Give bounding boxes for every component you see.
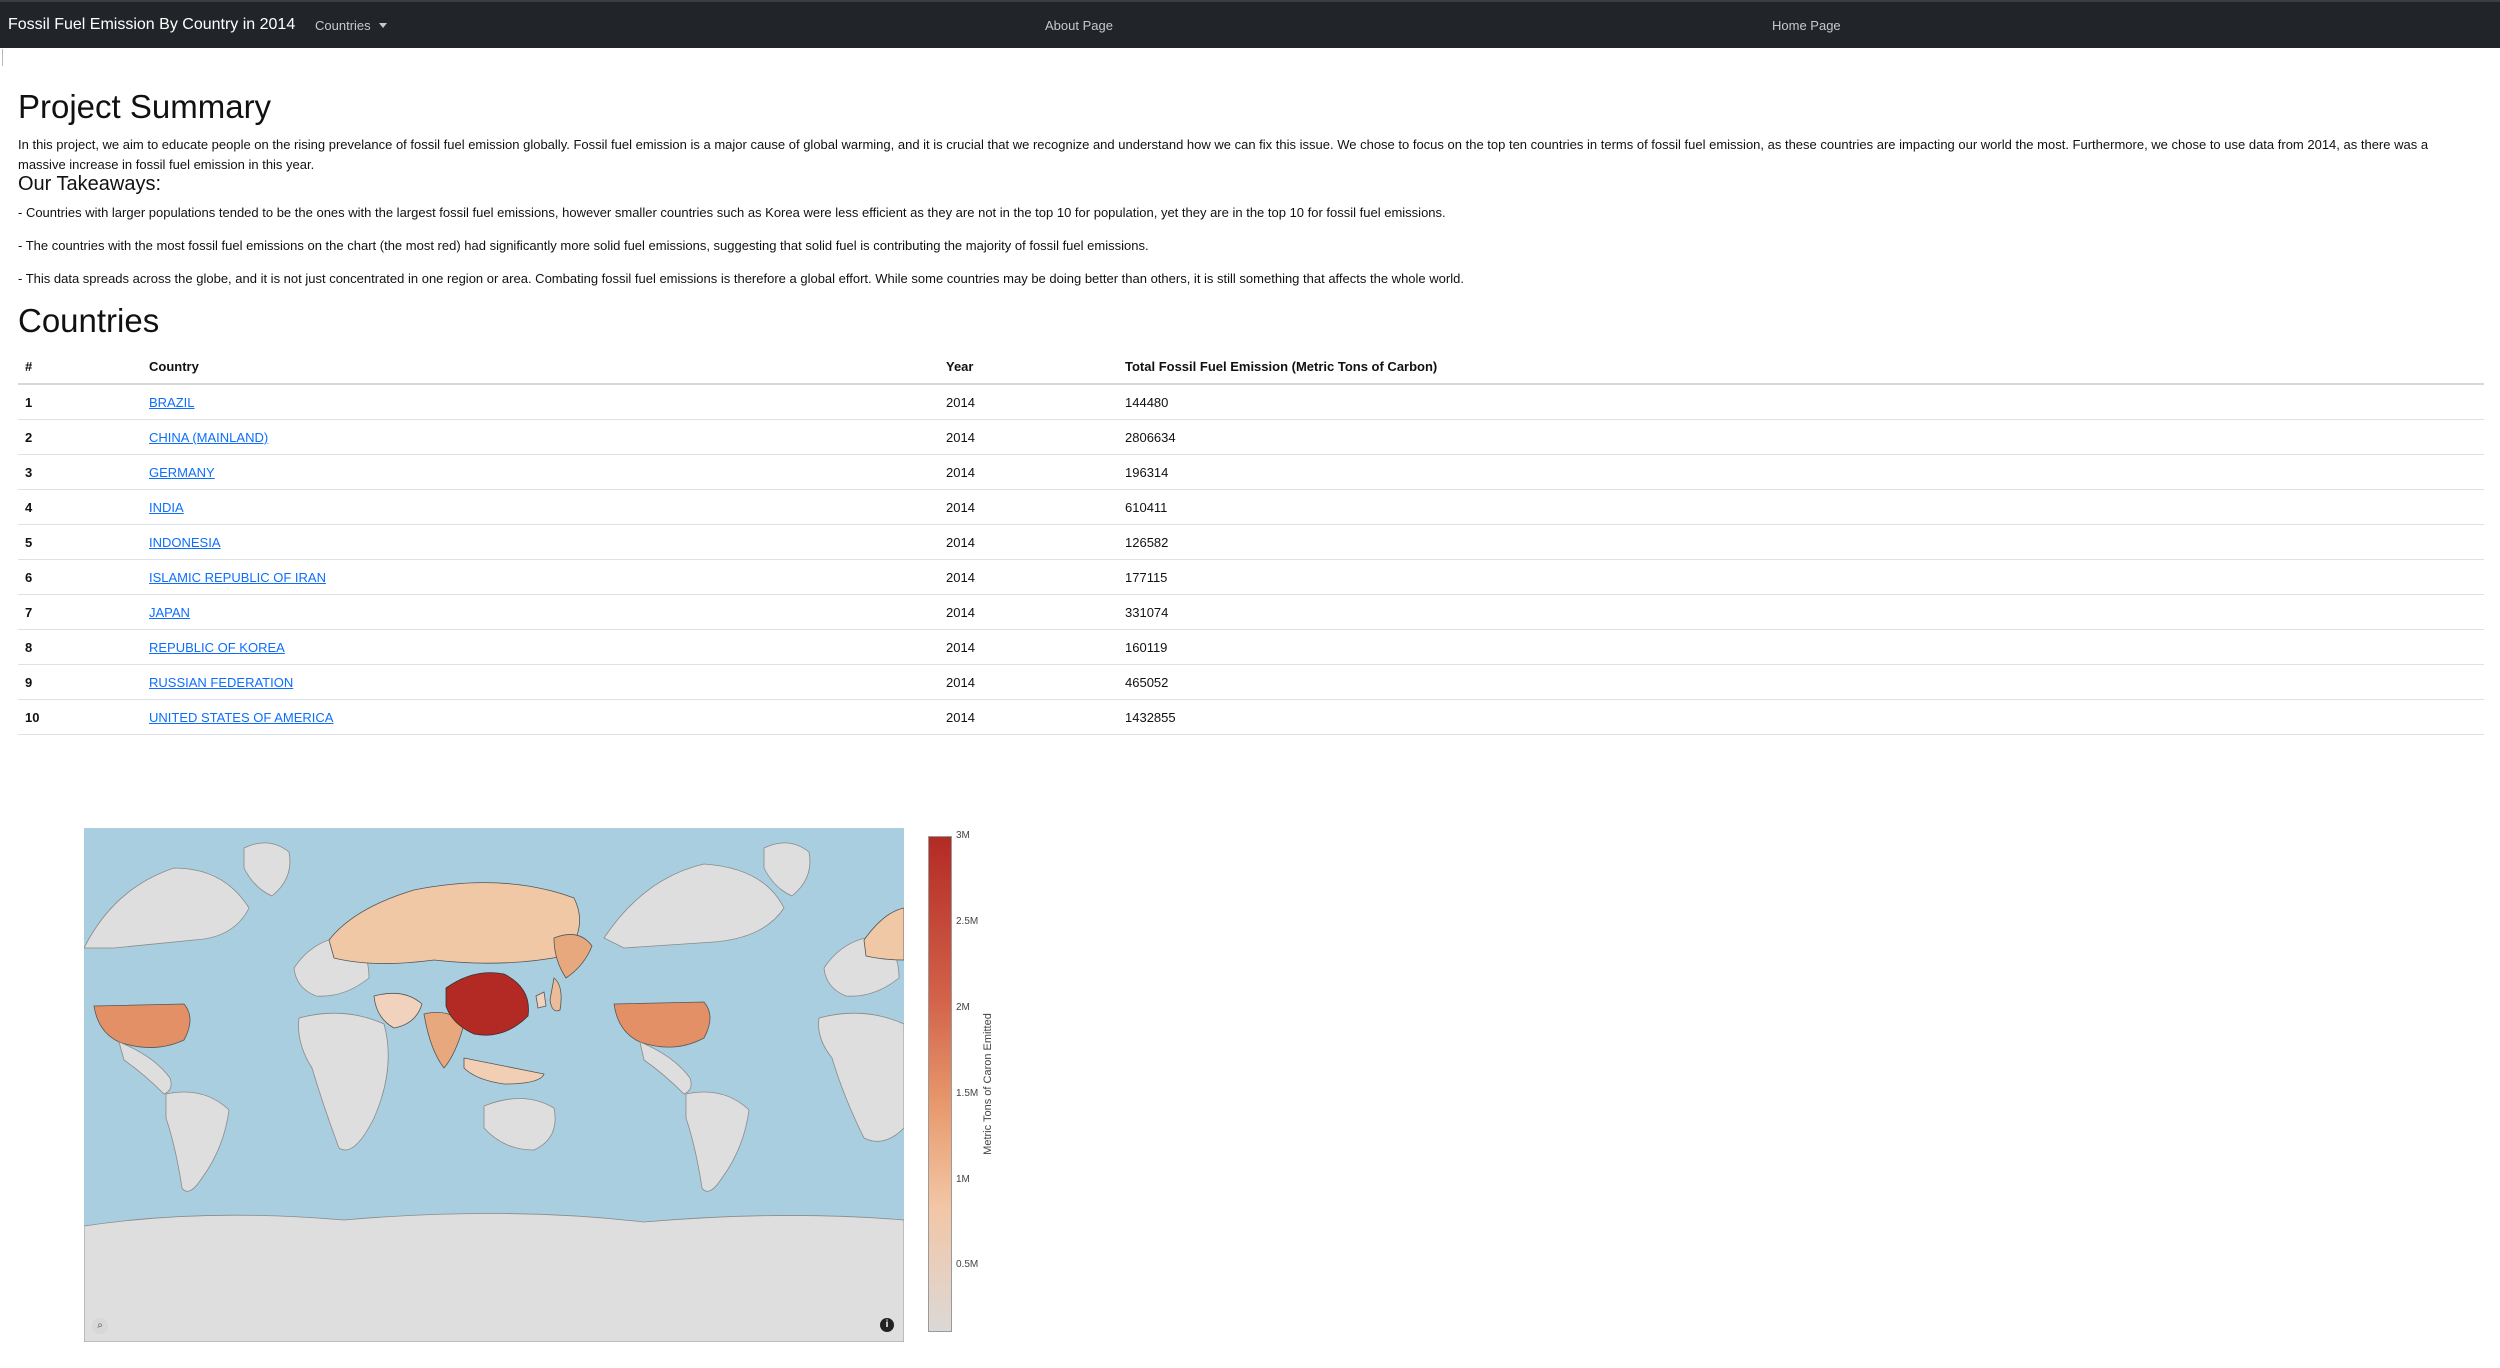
row-rank: 9 — [18, 664, 142, 700]
countries-dropdown-label: Countries — [315, 18, 371, 33]
row-total: 177115 — [1118, 559, 2484, 595]
row-year: 2014 — [939, 594, 1118, 630]
row-total: 126582 — [1118, 524, 2484, 560]
takeaway-3: - This data spreads across the globe, an… — [18, 271, 1464, 286]
table-row: 2 CHINA (MAINLAND) 2014 2806634 — [18, 419, 2484, 455]
row-country-cell: BRAZIL — [142, 384, 939, 420]
country-link[interactable]: UNITED STATES OF AMERICA — [149, 710, 333, 725]
row-total: 144480 — [1118, 384, 2484, 420]
zoom-icon[interactable]: ⌕ — [92, 1318, 108, 1334]
country-link[interactable]: CHINA (MAINLAND) — [149, 430, 268, 445]
row-total: 196314 — [1118, 454, 2484, 490]
about-page-link[interactable]: About Page — [1045, 18, 1113, 33]
table-row: 8 REPUBLIC OF KOREA 2014 160119 — [18, 629, 2484, 665]
row-rank: 4 — [18, 489, 142, 525]
row-country-cell: UNITED STATES OF AMERICA — [142, 699, 939, 735]
colorbar-scale — [928, 836, 952, 1332]
table-row: 3 GERMANY 2014 196314 — [18, 454, 2484, 490]
country-link[interactable]: INDONESIA — [149, 535, 221, 550]
row-rank: 3 — [18, 454, 142, 490]
row-rank: 6 — [18, 559, 142, 595]
row-year: 2014 — [939, 664, 1118, 700]
row-country-cell: CHINA (MAINLAND) — [142, 419, 939, 455]
colorbar-title: Metric Tons of Caron Emitted — [982, 1013, 994, 1155]
row-total: 1432855 — [1118, 699, 2484, 735]
header-year: Year — [939, 350, 1118, 385]
takeaways-heading: Our Takeaways: — [18, 173, 162, 195]
world-map-svg — [84, 828, 904, 1342]
row-rank: 1 — [18, 384, 142, 420]
colorbar-tick: 1.5M — [956, 1088, 979, 1099]
colorbar-tick: 0.5M — [956, 1259, 979, 1270]
header-rank: # — [18, 350, 142, 385]
country-link[interactable]: JAPAN — [149, 605, 190, 620]
antarctica — [84, 1213, 904, 1342]
row-rank: 2 — [18, 419, 142, 455]
row-rank: 7 — [18, 594, 142, 630]
header-total-emission: Total Fossil Fuel Emission (Metric Tons … — [1118, 350, 2484, 385]
table-row: 1 BRAZIL 2014 144480 — [18, 384, 2484, 420]
caret-down-icon — [378, 23, 387, 28]
countries-table: # Country Year Total Fossil Fuel Emissio… — [18, 350, 2484, 735]
table-row: 5 INDONESIA 2014 126582 — [18, 524, 2484, 560]
countries-heading: Countries — [18, 302, 160, 339]
row-country-cell: JAPAN — [142, 594, 939, 630]
row-year: 2014 — [939, 489, 1118, 525]
row-total: 610411 — [1118, 489, 2484, 525]
table-row: 6 ISLAMIC REPUBLIC OF IRAN 2014 177115 — [18, 559, 2484, 595]
country-link[interactable]: ISLAMIC REPUBLIC OF IRAN — [149, 570, 326, 585]
row-country-cell: INDIA — [142, 489, 939, 525]
text-cursor-mark — [2, 49, 3, 66]
colorbar-tick: 2M — [956, 1002, 970, 1013]
country-link[interactable]: GERMANY — [149, 465, 215, 480]
row-year: 2014 — [939, 559, 1118, 595]
table-row: 4 INDIA 2014 610411 — [18, 489, 2484, 525]
row-rank: 5 — [18, 524, 142, 560]
project-summary-heading: Project Summary — [18, 88, 272, 125]
row-country-cell: RUSSIAN FEDERATION — [142, 664, 939, 700]
colorbar-tick: 2.5M — [956, 916, 979, 927]
row-year: 2014 — [939, 454, 1118, 490]
row-country-cell: GERMANY — [142, 454, 939, 490]
row-total: 160119 — [1118, 629, 2484, 665]
table-header-row: # Country Year Total Fossil Fuel Emissio… — [18, 350, 2484, 385]
row-total: 331074 — [1118, 594, 2484, 630]
colorbar-tick: 1M — [956, 1174, 970, 1185]
country-link[interactable]: REPUBLIC OF KOREA — [149, 640, 285, 655]
row-country-cell: REPUBLIC OF KOREA — [142, 629, 939, 665]
colorbar-tick: 3M — [956, 830, 970, 841]
brand-title[interactable]: Fossil Fuel Emission By Country in 2014 — [8, 16, 295, 34]
country-link[interactable]: BRAZIL — [149, 395, 195, 410]
row-year: 2014 — [939, 524, 1118, 560]
choropleth-map[interactable]: ⌕ i — [84, 828, 904, 1342]
table-row: 7 JAPAN 2014 331074 — [18, 594, 2484, 630]
country-link[interactable]: INDIA — [149, 500, 184, 515]
row-rank: 8 — [18, 629, 142, 665]
takeaway-1: - Countries with larger populations tend… — [18, 205, 1446, 220]
countries-dropdown[interactable]: Countries — [315, 18, 387, 33]
table-row: 9 RUSSIAN FEDERATION 2014 465052 — [18, 664, 2484, 700]
header-country: Country — [142, 350, 939, 385]
row-total: 465052 — [1118, 664, 2484, 700]
row-year: 2014 — [939, 384, 1118, 420]
row-year: 2014 — [939, 699, 1118, 735]
row-year: 2014 — [939, 419, 1118, 455]
table-row: 10 UNITED STATES OF AMERICA 2014 1432855 — [18, 699, 2484, 735]
takeaway-2: - The countries with the most fossil fue… — [18, 238, 1149, 253]
row-total: 2806634 — [1118, 419, 2484, 455]
country-link[interactable]: RUSSIAN FEDERATION — [149, 675, 293, 690]
row-year: 2014 — [939, 629, 1118, 665]
row-country-cell: INDONESIA — [142, 524, 939, 560]
project-intro-text: In this project, we aim to educate peopl… — [18, 137, 2429, 172]
home-page-link[interactable]: Home Page — [1772, 18, 1841, 33]
top-navbar: Fossil Fuel Emission By Country in 2014 … — [0, 0, 2500, 48]
row-rank: 10 — [18, 699, 142, 735]
info-icon[interactable]: i — [880, 1318, 894, 1332]
row-country-cell: ISLAMIC REPUBLIC OF IRAN — [142, 559, 939, 595]
